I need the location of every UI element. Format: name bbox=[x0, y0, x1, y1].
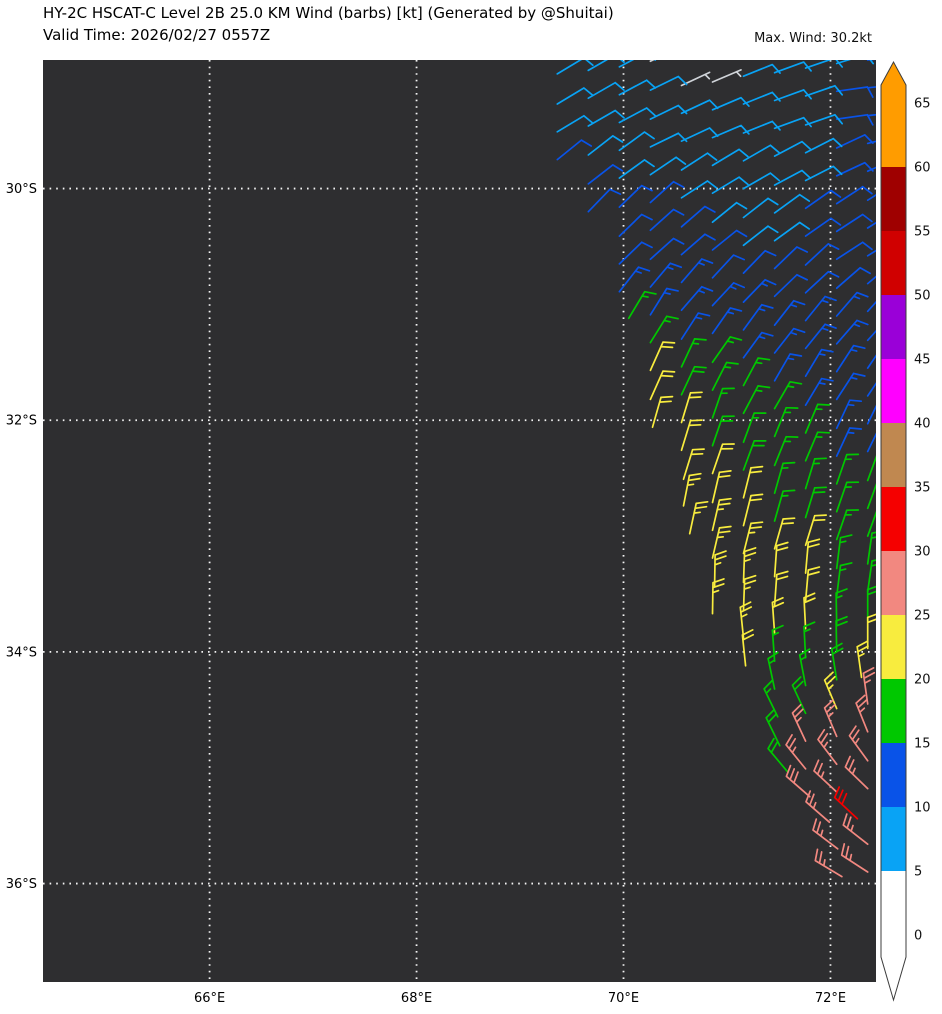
x-tick-label: 72°E bbox=[815, 991, 846, 1006]
wind-barb bbox=[682, 45, 710, 58]
colorbar-tick-label: 15 bbox=[914, 737, 931, 752]
y-axis-tick-labels: 30°S 32°S 34°S 36°S bbox=[6, 182, 37, 892]
colorbar-tick-label: 10 bbox=[914, 801, 931, 816]
colorbar-under-arrow bbox=[881, 935, 906, 1000]
wind-barb bbox=[649, 60, 655, 63]
colorbar-tick-label: 35 bbox=[914, 481, 931, 496]
colorbar-tick-label: 0 bbox=[914, 929, 922, 944]
colorbar-tick-label: 40 bbox=[914, 417, 931, 432]
y-tick-label: 36°S bbox=[6, 877, 37, 892]
x-tick-label: 70°E bbox=[608, 991, 639, 1006]
colorbar-tick-labels: 0 5 10 15 20 25 30 35 40 45 50 55 60 65 bbox=[914, 97, 931, 944]
colorbar-tick-label: 5 bbox=[914, 865, 922, 880]
plot-area bbox=[43, 60, 876, 982]
colorbar-tick-label: 25 bbox=[914, 609, 931, 624]
colorbar-tick-label: 45 bbox=[914, 353, 931, 368]
x-axis-tick-labels: 66°E 68°E 70°E 72°E bbox=[194, 991, 846, 1006]
x-tick-label: 68°E bbox=[401, 991, 432, 1006]
colorbar-tick-label: 55 bbox=[914, 225, 931, 240]
y-tick-label: 30°S bbox=[6, 182, 37, 197]
colorbar-tick-label: 60 bbox=[914, 161, 931, 176]
wind-barb-chart: 0 5 10 15 20 25 30 35 40 45 50 55 60 65 66°E 68°E 70°E 72… bbox=[6, 45, 931, 1006]
colorbar-tick-label: 30 bbox=[914, 545, 931, 560]
colorbar bbox=[880, 60, 907, 1002]
colorbar-over-arrow bbox=[881, 62, 906, 103]
colorbar-tick-label: 65 bbox=[914, 97, 931, 112]
colorbar-tick-label: 50 bbox=[914, 289, 931, 304]
x-tick-label: 66°E bbox=[194, 991, 225, 1006]
colorbar-tick-label: 20 bbox=[914, 673, 931, 688]
y-tick-label: 34°S bbox=[6, 645, 37, 660]
y-tick-label: 32°S bbox=[6, 414, 37, 429]
